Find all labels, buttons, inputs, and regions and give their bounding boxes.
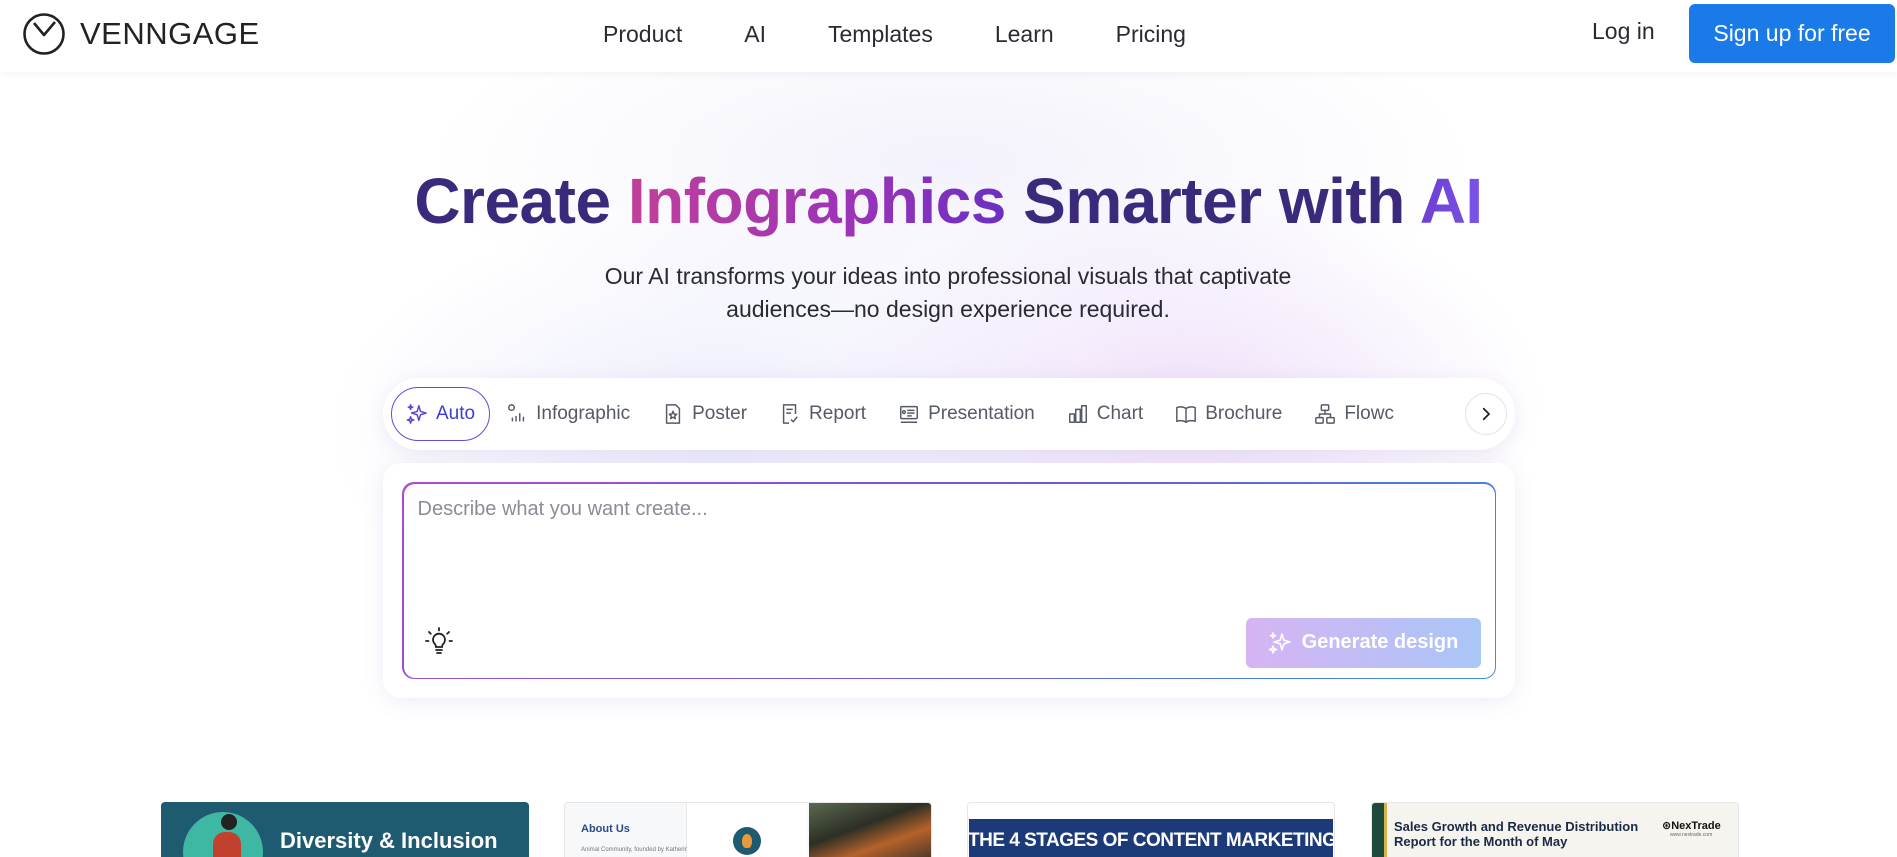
nav-pricing[interactable]: Pricing [1116, 21, 1186, 48]
template-column: About Us Animal Community, founded by Ka… [565, 803, 691, 857]
sparkles-icon [1268, 631, 1291, 654]
main-nav: Product AI Templates Learn Pricing [603, 17, 1248, 51]
tab-flowchart-label: Flowc [1344, 403, 1394, 424]
report-icon [782, 404, 798, 424]
tab-infographic[interactable]: Infographic [490, 387, 646, 441]
template-title: Sales Growth and Revenue Distribution Re… [1394, 819, 1639, 849]
design-type-tabs: Auto Infographic Poster Report Presentat… [383, 378, 1515, 450]
template-title: Diversity & Inclusion [280, 828, 498, 853]
tab-presentation[interactable]: Presentation [882, 387, 1051, 441]
tab-poster[interactable]: Poster [646, 387, 763, 441]
hero-title-highlight-infographics: Infographics [627, 165, 1007, 237]
venngage-logo[interactable]: VENNGAGE [22, 12, 260, 56]
tab-chart[interactable]: Chart [1051, 387, 1159, 441]
signup-button[interactable]: Sign up for free [1689, 4, 1895, 63]
nav-learn[interactable]: Learn [995, 21, 1054, 48]
nav-templates[interactable]: Templates [828, 21, 933, 48]
illustration-head [221, 814, 237, 830]
login-link[interactable]: Log in [1592, 18, 1655, 45]
nav-product[interactable]: Product [603, 21, 682, 48]
design-type-tabs-scroller: Auto Infographic Poster Report Presentat… [391, 386, 1473, 442]
brand-name: VENNGAGE [80, 16, 260, 51]
sparkles-icon [406, 404, 427, 424]
nav-ai[interactable]: AI [744, 21, 766, 48]
logo-icon [23, 13, 65, 55]
tab-chart-label: Chart [1096, 403, 1144, 424]
tab-presentation-label: Presentation [928, 403, 1035, 424]
hero-title: Create Infographics Smarter with AI [0, 164, 1897, 238]
paw-icon [733, 827, 761, 855]
hero-subtitle: Our AI transforms your ideas into profes… [548, 260, 1348, 326]
tab-flowchart[interactable]: Flowc [1298, 387, 1410, 441]
fox-photo [809, 803, 931, 857]
template-text: Animal Community, founded by Katherine [581, 847, 692, 853]
tabs-next-button[interactable] [1465, 393, 1507, 435]
infographic-icon [508, 404, 525, 422]
book-icon [1176, 406, 1197, 423]
tab-auto[interactable]: Auto [391, 387, 491, 441]
template-card-about-us[interactable]: About Us Animal Community, founded by Ka… [564, 802, 932, 857]
poster-icon [665, 404, 681, 424]
template-title: THE 4 STAGES OF CONTENT MARKETING [968, 830, 1335, 851]
top-navigation-bar: VENNGAGE Product AI Templates Learn Pric… [0, 0, 1897, 72]
tab-report[interactable]: Report [763, 387, 882, 441]
flowchart-icon [1315, 404, 1336, 424]
hero-title-part2: Smarter with [1005, 165, 1420, 237]
tab-auto-label: Auto [436, 403, 476, 424]
generate-design-button[interactable]: Generate design [1245, 617, 1481, 668]
tab-infographic-label: Infographic [536, 403, 631, 424]
prompt-card: Generate design [383, 463, 1515, 698]
template-url: www.nextrade.com [1670, 832, 1713, 838]
illustration-person [213, 832, 241, 857]
tab-poster-label: Poster [692, 403, 748, 424]
prompt-box-inner: Generate design [403, 483, 1495, 678]
template-card-diversity-inclusion[interactable]: Diversity & Inclusion [161, 802, 529, 857]
template-heading: About Us [581, 823, 630, 835]
bar-chart-icon [1068, 405, 1087, 423]
hero-subtitle-line2: audiences—no design experience required. [726, 296, 1170, 322]
hero-subtitle-line1: Our AI transforms your ideas into profes… [604, 263, 1292, 289]
prompt-box: Generate design [402, 482, 1496, 679]
template-card-content-marketing[interactable]: THE 4 STAGES OF CONTENT MARKETING [967, 802, 1335, 857]
prompt-input[interactable] [417, 497, 1478, 578]
chevron-right-icon [1482, 407, 1490, 421]
template-brand: ⊛NexTrade [1662, 820, 1721, 832]
presentation-icon [900, 405, 919, 423]
tab-report-label: Report [809, 403, 867, 424]
tab-brochure[interactable]: Brochure [1159, 387, 1298, 441]
template-card-sales-report[interactable]: Sales Growth and Revenue Distribution Re… [1371, 802, 1739, 857]
tab-brochure-label: Brochure [1205, 403, 1283, 424]
hero-title-highlight-ai: AI [1419, 165, 1484, 237]
hero-title-part1: Create [414, 165, 628, 237]
generate-design-label: Generate design [1301, 631, 1459, 653]
template-accent-stripe [1384, 803, 1387, 857]
lightbulb-icon[interactable] [424, 626, 454, 656]
